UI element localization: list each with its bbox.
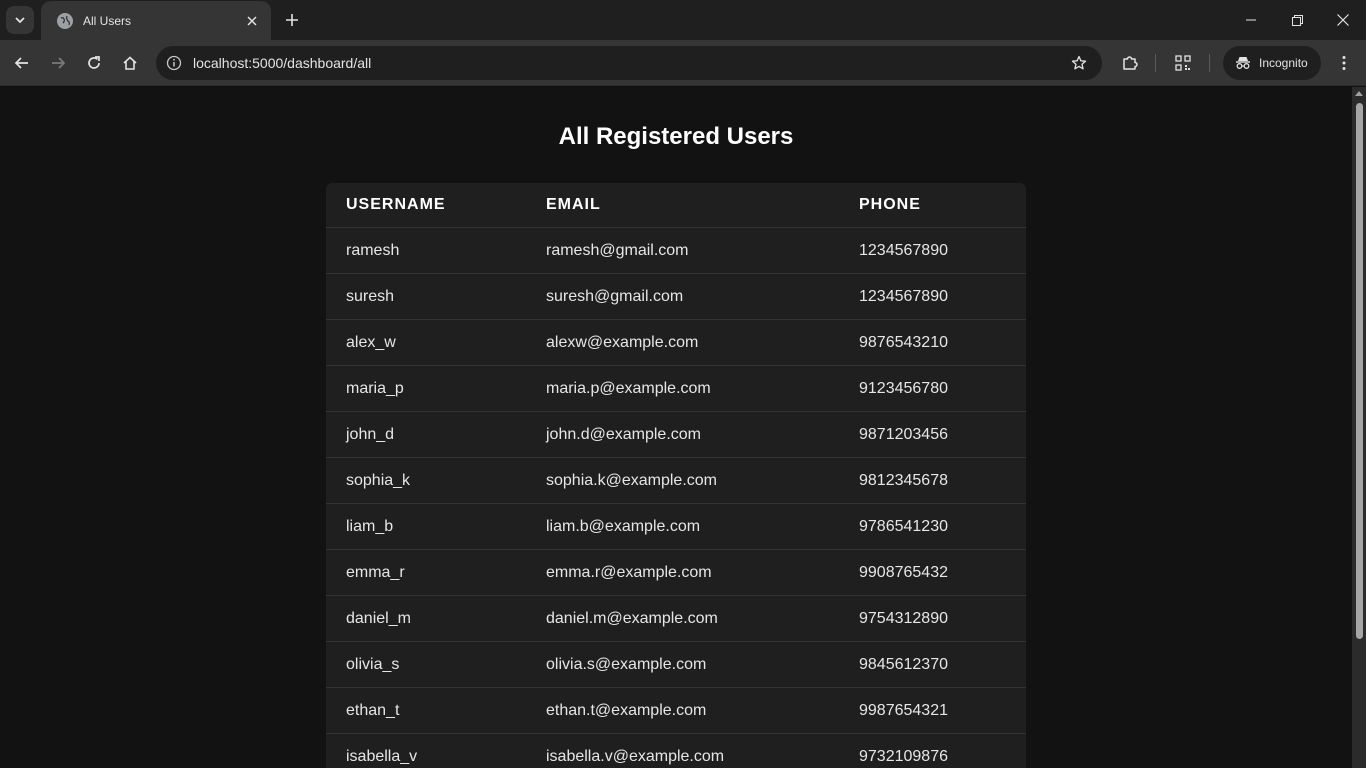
url-text[interactable]: localhost:5000/dashboard/all — [193, 55, 1066, 71]
cell-username: daniel_m — [346, 609, 411, 627]
address-bar[interactable]: localhost:5000/dashboard/all — [156, 46, 1102, 80]
browser-toolbar: localhost:5000/dashboard/all — [0, 40, 1366, 86]
home-button[interactable] — [116, 49, 144, 77]
minimize-button[interactable] — [1228, 0, 1274, 40]
forward-button[interactable] — [44, 49, 72, 77]
cell-phone: 1234567890 — [859, 287, 948, 305]
cell-username: liam_b — [346, 517, 394, 535]
restore-icon — [1291, 14, 1303, 26]
cell-username: olivia_s — [346, 655, 400, 673]
scroll-up-arrow-icon[interactable] — [1355, 91, 1363, 96]
tab-title: All Users — [83, 13, 132, 28]
close-icon — [1337, 14, 1349, 26]
cell-email: john.d@example.com — [546, 425, 701, 443]
puzzle-icon — [1123, 56, 1138, 70]
arrow-left-icon — [14, 57, 28, 69]
table-header-row: USERNAME EMAIL PHONE — [326, 183, 1026, 228]
cell-email: isabella.v@example.com — [546, 747, 725, 765]
cell-phone: 9786541230 — [859, 517, 948, 535]
globe-icon — [57, 12, 73, 29]
toolbar-separator — [1209, 54, 1210, 72]
tab-search-button[interactable] — [6, 6, 34, 34]
plus-icon — [286, 14, 298, 26]
table-row: alex_w alexw@example.com 9876543210 — [326, 320, 1026, 366]
cell-username: ethan_t — [346, 701, 400, 719]
table-row: liam_b liam.b@example.com 9786541230 — [326, 504, 1026, 550]
tab-strip: All Users — [0, 0, 1366, 40]
header-phone: PHONE — [859, 196, 921, 213]
table-row: maria_p maria.p@example.com 9123456780 — [326, 366, 1026, 412]
table-row: sophia_k sophia.k@example.com 9812345678 — [326, 458, 1026, 504]
users-table: USERNAME EMAIL PHONE ramesh ramesh@gmail.… — [326, 183, 1026, 768]
page-content: All Registered Users USERNAME EMAIL PHON… — [0, 87, 1352, 768]
table-row: isabella_v isabella.v@example.com 97321098… — [326, 734, 1026, 768]
cell-username: emma_r — [346, 563, 405, 581]
cell-username: ramesh — [346, 241, 400, 259]
table-row: ramesh ramesh@gmail.com 1234567890 — [326, 228, 1026, 274]
close-window-button[interactable] — [1320, 0, 1366, 40]
cell-username: alex_w — [346, 333, 396, 351]
table-body: ramesh ramesh@gmail.com 1234567890 suresh su… — [326, 228, 1026, 768]
cell-username: john_d — [346, 425, 395, 443]
page-scrollbar[interactable] — [1352, 87, 1366, 768]
menu-button[interactable] — [1330, 49, 1358, 77]
cell-phone: 9987654321 — [859, 701, 948, 719]
more-vertical-icon — [1342, 56, 1346, 70]
bookmark-star-icon[interactable] — [1066, 50, 1092, 76]
back-button[interactable] — [8, 49, 36, 77]
cell-phone: 9754312890 — [859, 609, 948, 627]
cell-email: alexw@example.com — [546, 333, 699, 351]
cell-username: suresh — [346, 287, 395, 305]
minimize-icon — [1246, 19, 1256, 21]
cell-email: olivia.s@example.com — [546, 655, 707, 673]
table-row: olivia_s olivia.s@example.com 9845612370 — [326, 642, 1026, 688]
tab-all-users[interactable]: All Users — [41, 1, 271, 40]
incognito-label: Incognito — [1259, 56, 1308, 70]
tab-close-icon[interactable] — [243, 12, 261, 30]
reload-button[interactable] — [80, 49, 108, 77]
chevron-down-icon — [15, 17, 25, 24]
toolbar-separator — [1155, 54, 1156, 72]
restore-button[interactable] — [1274, 0, 1320, 40]
cell-email: suresh@gmail.com — [546, 287, 684, 305]
cell-username: maria_p — [346, 379, 404, 397]
cell-email: emma.r@example.com — [546, 563, 712, 581]
cell-phone: 9732109876 — [859, 747, 948, 765]
cell-email: liam.b@example.com — [546, 517, 701, 535]
cell-phone: 9845612370 — [859, 655, 948, 673]
cell-phone: 1234567890 — [859, 241, 948, 259]
table-row: ethan_t ethan.t@example.com 9987654321 — [326, 688, 1026, 734]
cell-email: daniel.m@example.com — [546, 609, 718, 627]
qr-code-button[interactable] — [1169, 49, 1197, 77]
cell-username: isabella_v — [346, 747, 418, 765]
cell-username: sophia_k — [346, 471, 411, 489]
table-row: john_d john.d@example.com 9871203456 — [326, 412, 1026, 458]
table-row: emma_r emma.r@example.com 9908765432 — [326, 550, 1026, 596]
table-row: daniel_m daniel.m@example.com 9754312890 — [326, 596, 1026, 642]
home-icon — [123, 56, 137, 70]
header-username: USERNAME — [346, 196, 446, 213]
incognito-badge[interactable]: Incognito — [1223, 46, 1321, 80]
table-row: suresh suresh@gmail.com 1234567890 — [326, 274, 1026, 320]
site-info-icon[interactable] — [164, 53, 184, 73]
cell-phone: 9871203456 — [859, 425, 948, 443]
cell-phone: 9812345678 — [859, 471, 948, 489]
new-tab-button[interactable] — [281, 9, 303, 31]
scroll-thumb[interactable] — [1356, 103, 1363, 639]
arrow-right-icon — [52, 57, 66, 69]
cell-email: ethan.t@example.com — [546, 701, 707, 719]
cell-phone: 9908765432 — [859, 563, 948, 581]
cell-email: ramesh@gmail.com — [546, 241, 689, 259]
cell-phone: 9123456780 — [859, 379, 948, 397]
qr-code-icon — [1175, 55, 1191, 71]
cell-email: maria.p@example.com — [546, 379, 711, 397]
header-email: EMAIL — [546, 196, 601, 213]
cell-phone: 9876543210 — [859, 333, 948, 351]
cell-email: sophia.k@example.com — [546, 471, 717, 489]
extensions-button[interactable] — [1116, 49, 1144, 77]
reload-icon — [88, 56, 100, 69]
incognito-icon — [1236, 57, 1250, 69]
page-title: All Registered Users — [558, 123, 794, 150]
